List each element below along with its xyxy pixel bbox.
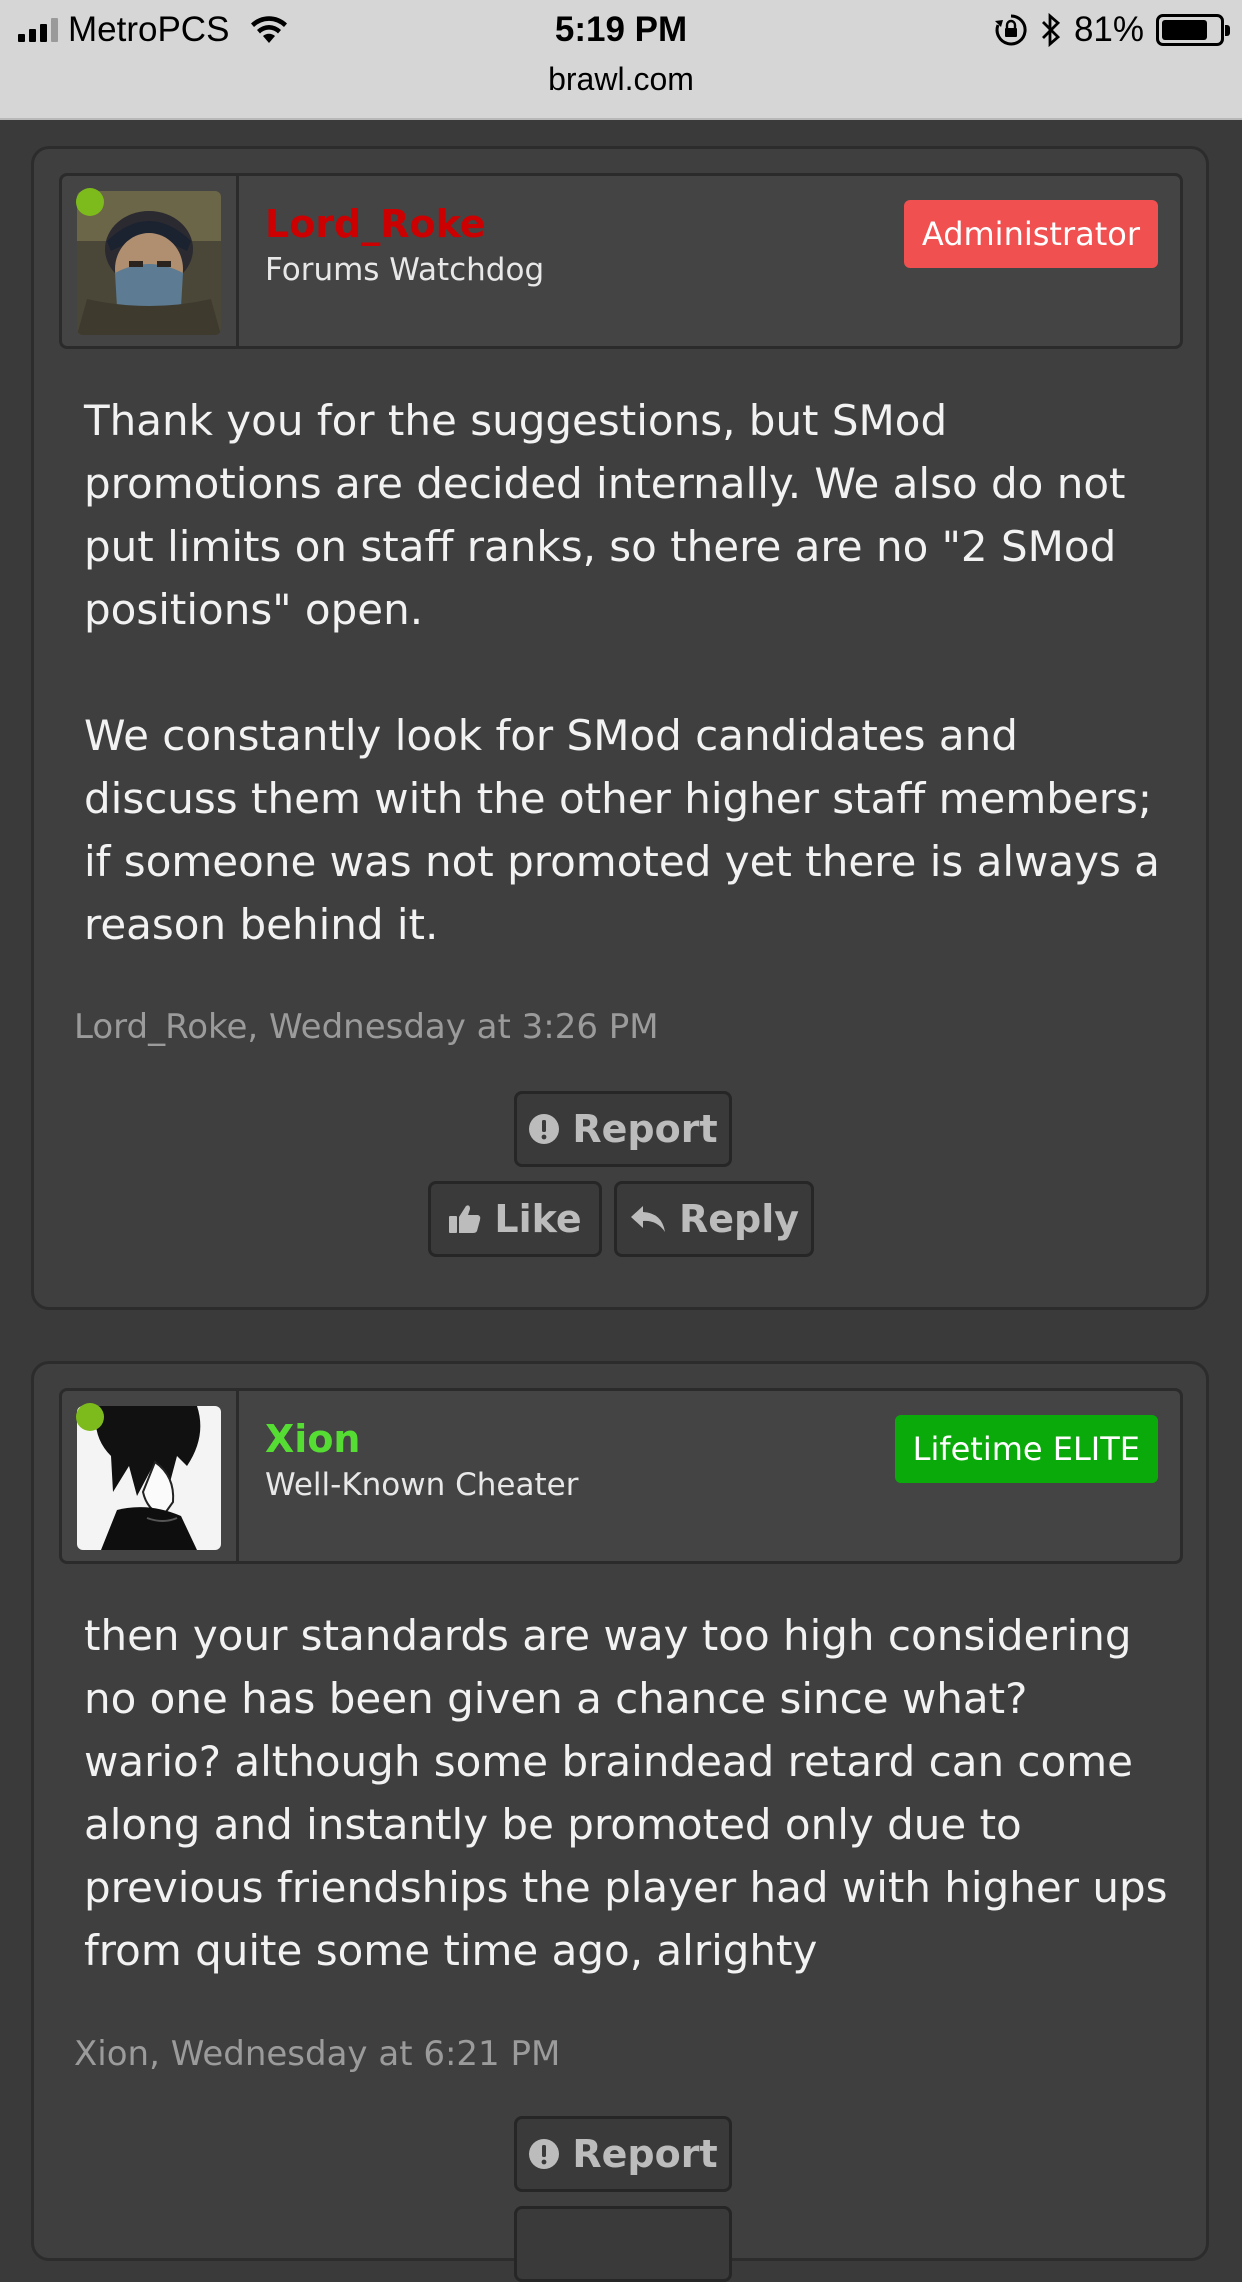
alert-icon <box>529 2139 560 2169</box>
avatar-container <box>62 176 239 346</box>
post-message: then your standards are way too high con… <box>84 1611 1168 1975</box>
report-label: Report <box>572 1107 718 1151</box>
rotation-lock-icon <box>994 14 1027 46</box>
report-button[interactable]: Report <box>514 1091 732 1167</box>
username[interactable]: Lord_Roke <box>265 202 486 246</box>
role-badge: Lifetime ELITE <box>894 1415 1158 1483</box>
like-label: Like <box>494 1197 582 1241</box>
report-label: Report <box>572 2132 718 2176</box>
post-meta[interactable]: Xion, Wednesday at 6:21 PM <box>74 2034 560 2074</box>
reply-label: Reply <box>678 1197 800 1241</box>
bluetooth-icon <box>1041 13 1060 47</box>
role-badge: Administrator <box>903 200 1158 268</box>
battery-icon <box>1156 14 1230 46</box>
forum-post: Lord_Roke Forums Watchdog Administrator … <box>31 146 1209 1310</box>
reply-button[interactable]: Reply <box>614 1181 814 1257</box>
like-button[interactable]: Like <box>428 1181 602 1257</box>
user-title: Well-Known Cheater <box>265 1467 579 1503</box>
browser-status-bar: MetroPCS 5:19 PM brawl.com 81% <box>0 0 1242 120</box>
avatar-container <box>62 1391 239 1561</box>
address-bar-url[interactable]: brawl.com <box>0 61 1242 98</box>
alert-icon <box>529 1114 560 1144</box>
post-user-header: Lord_Roke Forums Watchdog Administrator <box>59 173 1183 349</box>
reply-arrow-icon <box>630 1206 665 1232</box>
like-button[interactable] <box>514 2206 732 2282</box>
user-title: Forums Watchdog <box>265 252 545 288</box>
post-user-header: Xion Well-Known Cheater Lifetime ELITE <box>59 1388 1183 1564</box>
forum-post: Xion Well-Known Cheater Lifetime ELITE t… <box>31 1361 1209 2282</box>
online-status-dot <box>76 1403 104 1431</box>
system-indicators: 81% <box>994 10 1230 50</box>
thumbs-up-icon <box>449 1205 481 1233</box>
battery-percent: 81% <box>1073 10 1144 49</box>
online-status-dot <box>76 188 104 216</box>
post-message: Thank you for the suggestions, but SMod … <box>84 396 1160 949</box>
report-button[interactable]: Report <box>514 2116 732 2192</box>
post-meta[interactable]: Lord_Roke, Wednesday at 3:26 PM <box>74 1007 659 1047</box>
username[interactable]: Xion <box>265 1417 360 1461</box>
